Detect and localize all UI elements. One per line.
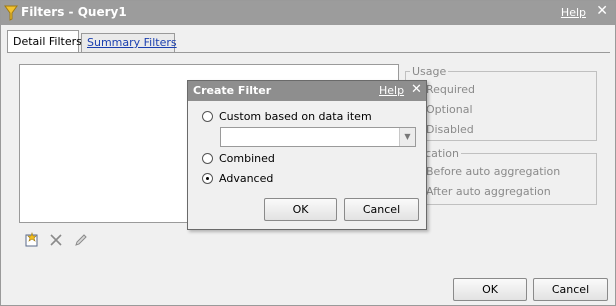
funnel-icon [4,5,18,21]
dialog-help-link[interactable]: Help [379,84,404,97]
tab-detail-filters[interactable]: Detail Filters [7,30,82,53]
application-group: plication Before auto aggregation After … [405,147,597,205]
window-close-icon[interactable]: ✕ [596,3,608,19]
new-filter-icon[interactable] [24,232,40,248]
dialog-title: Create Filter [193,84,272,97]
edit-icon[interactable] [73,232,89,248]
usage-group: Usage Required Optional Disabled [405,65,597,141]
radio-advanced-label[interactable]: Advanced [219,172,273,185]
create-filter-dialog: Create Filter Help ✕ Custom based on dat… [187,80,427,230]
radio-custom[interactable] [202,111,213,122]
window-titlebar: Filters - Query1 Help ✕ [1,1,615,25]
application-option-before[interactable]: Before auto aggregation [426,165,560,178]
window-help-link[interactable]: Help [561,6,586,19]
window-title: Filters - Query1 [21,5,127,19]
usage-option-required[interactable]: Required [426,83,475,96]
application-option-after[interactable]: After auto aggregation [426,185,551,198]
usage-option-disabled[interactable]: Disabled [426,123,474,136]
dialog-titlebar: Create Filter Help ✕ [188,81,426,101]
radio-combined-label[interactable]: Combined [219,152,275,165]
cancel-button[interactable]: Cancel [533,278,608,301]
usage-legend: Usage [410,65,449,78]
dialog-cancel-button[interactable]: Cancel [344,198,419,221]
radio-combined[interactable] [202,153,213,164]
dialog-close-icon[interactable]: ✕ [411,82,422,97]
radio-custom-label[interactable]: Custom based on data item [219,110,372,123]
dialog-ok-button[interactable]: OK [264,198,337,221]
tab-summary-filters[interactable]: Summary Filters [81,33,177,52]
filters-window: Filters - Query1 Help ✕ Detail Filters S… [0,0,616,306]
delete-icon[interactable] [48,232,64,248]
usage-option-optional[interactable]: Optional [426,103,473,116]
ok-button[interactable]: OK [453,278,527,301]
radio-advanced[interactable] [202,173,213,184]
data-item-combo[interactable]: ▼ [220,127,416,147]
chevron-down-icon[interactable]: ▼ [399,128,415,146]
